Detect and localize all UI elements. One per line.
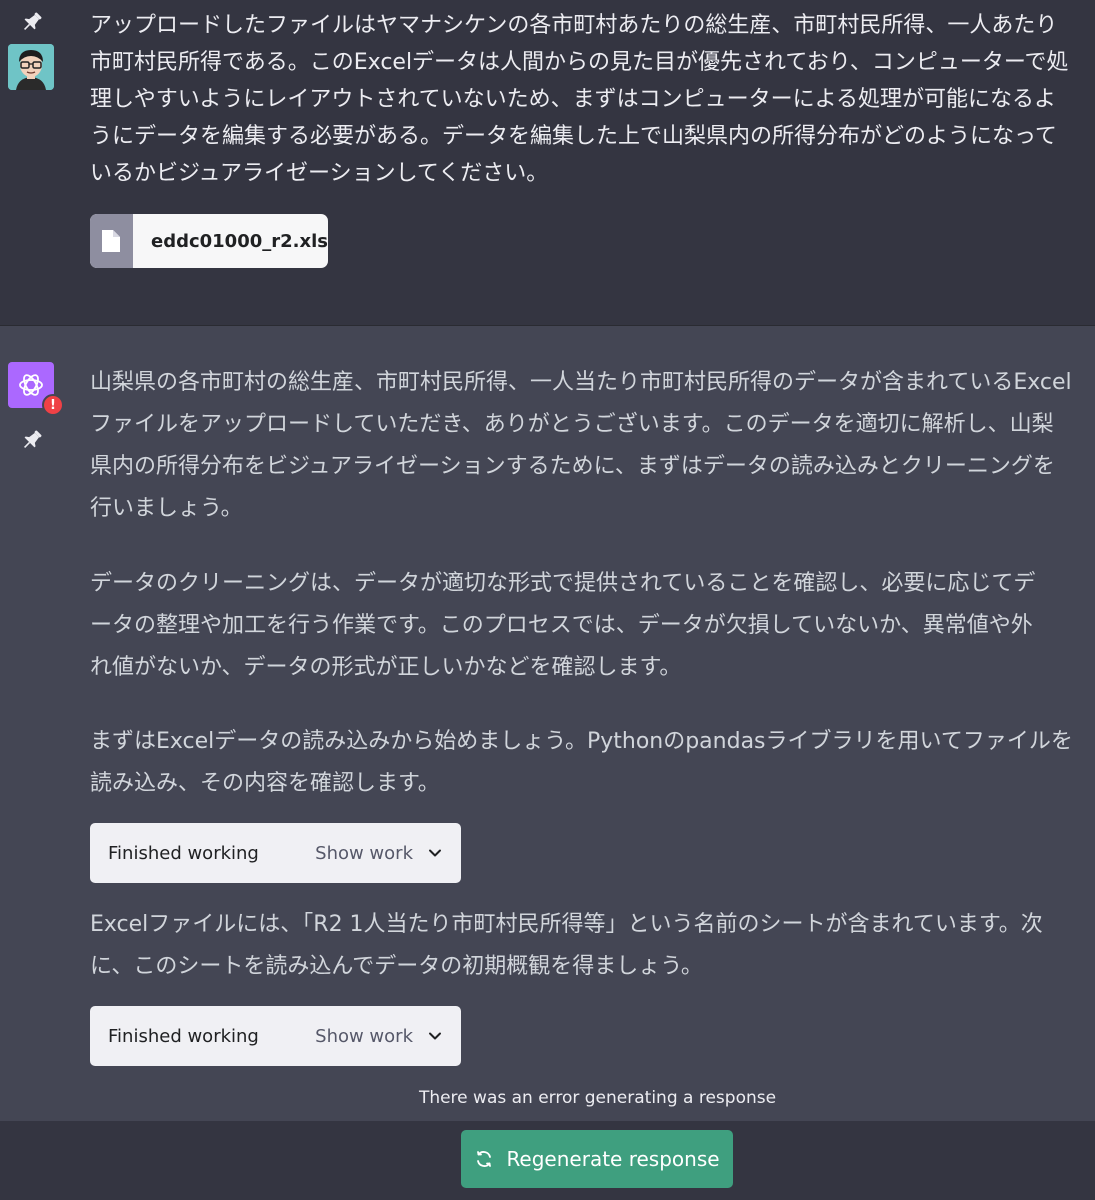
show-work-button[interactable]: Show work: [315, 843, 443, 864]
refresh-icon: [477, 1151, 492, 1167]
work-block: Finished working Show work: [90, 823, 461, 883]
assistant-paragraph: まずはExcelデータの読み込みから始めましょう。Pythonのpandasライ…: [90, 729, 1073, 796]
chevron-down-icon: [429, 849, 441, 857]
work-status: Finished working: [108, 1025, 259, 1047]
regenerate-response-button[interactable]: Regenerate response: [461, 1130, 733, 1188]
pin-icon[interactable]: [20, 428, 44, 452]
work-status: Finished working: [108, 842, 259, 864]
regenerate-label: Regenerate response: [506, 1147, 720, 1171]
assistant-paragraph: データのクリーニングは、データが適切な形式で提供されていることを確認し、必要に応…: [90, 571, 1036, 680]
work-block: Finished working Show work: [90, 1006, 461, 1066]
show-work-button[interactable]: Show work: [315, 1026, 443, 1047]
user-message-text: アップロードしたファイルはヤマナシケンの各市町村あたりの総生産、市町村民所得、一…: [90, 13, 1069, 186]
error-message: There was an error generating a response: [418, 1088, 777, 1108]
assistant-paragraph: 山梨県の各市町村の総生産、市町村民所得、一人当たり市町村民所得のデータが含まれて…: [90, 370, 1072, 521]
assistant-paragraph: Excelファイルには、「R2 1人当たり市町村民所得等」という名前のシートが含…: [90, 912, 1043, 979]
chevron-down-icon: [429, 1032, 441, 1040]
file-icon: [90, 214, 133, 268]
error-badge: !: [42, 394, 64, 416]
show-work-label: Show work: [315, 842, 413, 864]
file-name: eddc01000_r2.xls: [150, 230, 328, 252]
file-attachment[interactable]: eddc01000_r2.xls: [90, 214, 328, 268]
show-work-label: Show work: [315, 1025, 413, 1047]
user-avatar: [8, 44, 54, 90]
pin-icon[interactable]: [20, 10, 44, 34]
